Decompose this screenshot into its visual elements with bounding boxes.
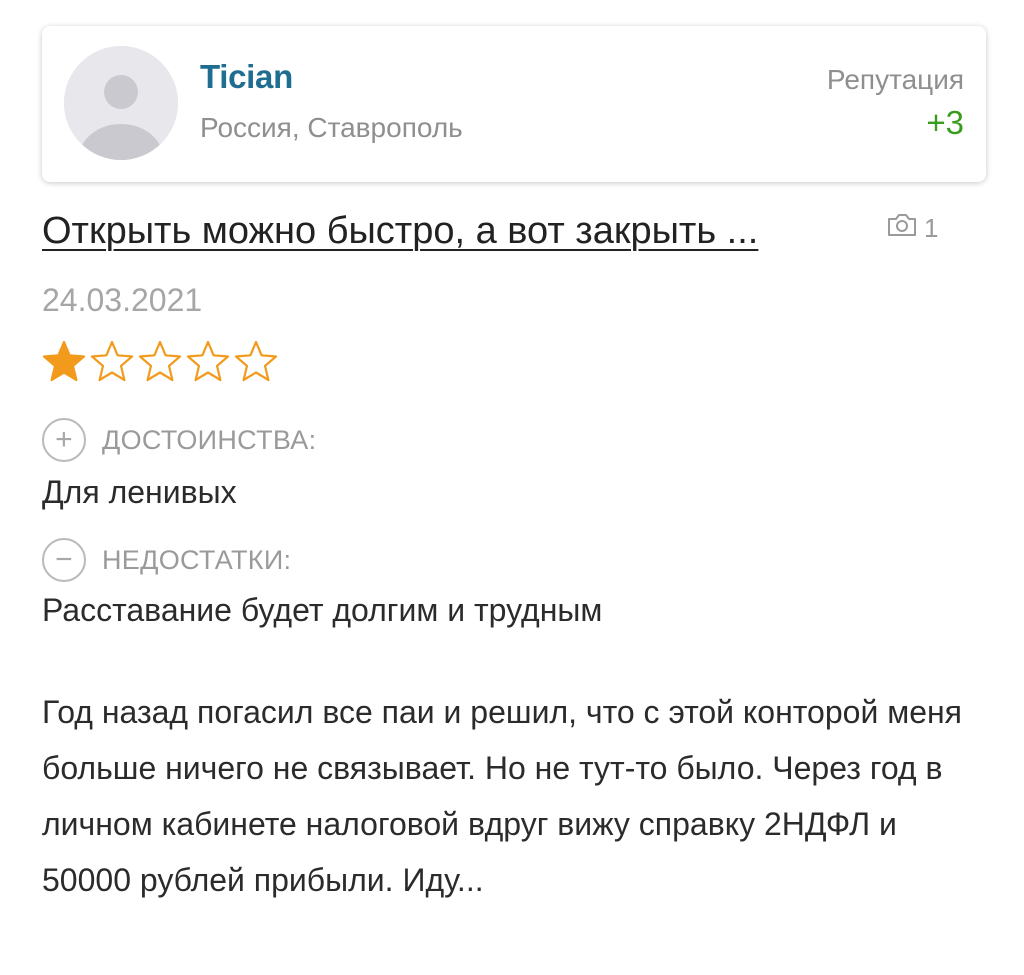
- star-empty-icon: [234, 340, 278, 384]
- review-title-link[interactable]: Открыть можно быстро, а вот закрыть ...: [42, 210, 862, 253]
- star-rating: [42, 340, 278, 384]
- reputation-label: Репутация: [826, 64, 964, 95]
- star-empty-icon: [90, 340, 134, 384]
- plus-circle-icon: +: [42, 418, 86, 462]
- cons-heading: − НЕДОСТАТКИ:: [42, 538, 291, 582]
- pros-text: Для ленивых: [42, 474, 237, 510]
- star-empty-icon: [186, 340, 230, 384]
- user-name-link[interactable]: Tician: [200, 58, 293, 96]
- user-location: Россия, Ставрополь: [200, 112, 463, 143]
- minus-circle-icon: −: [42, 538, 86, 582]
- user-card[interactable]: Tician Россия, Ставрополь Репутация +3: [42, 26, 986, 182]
- photo-count[interactable]: 1: [886, 212, 938, 245]
- reputation-value: +3: [926, 104, 964, 141]
- user-avatar-placeholder-icon[interactable]: [64, 46, 178, 160]
- review-date: 24.03.2021: [42, 282, 203, 318]
- review-body[interactable]: Год назад погасил все паи и решил, что с…: [42, 684, 982, 908]
- review-page: Tician Россия, Ставрополь Репутация +3 О…: [0, 0, 1024, 975]
- cons-label: НЕДОСТАТКИ:: [102, 544, 292, 575]
- photo-count-value: 1: [924, 213, 939, 243]
- star-filled-icon: [42, 340, 86, 384]
- cons-text: Расставание будет долгим и трудным: [42, 592, 603, 628]
- camera-icon: [886, 212, 918, 245]
- star-empty-icon: [138, 340, 182, 384]
- pros-label: ДОСТОИНСТВА:: [102, 424, 317, 455]
- pros-heading: + ДОСТОИНСТВА:: [42, 418, 316, 462]
